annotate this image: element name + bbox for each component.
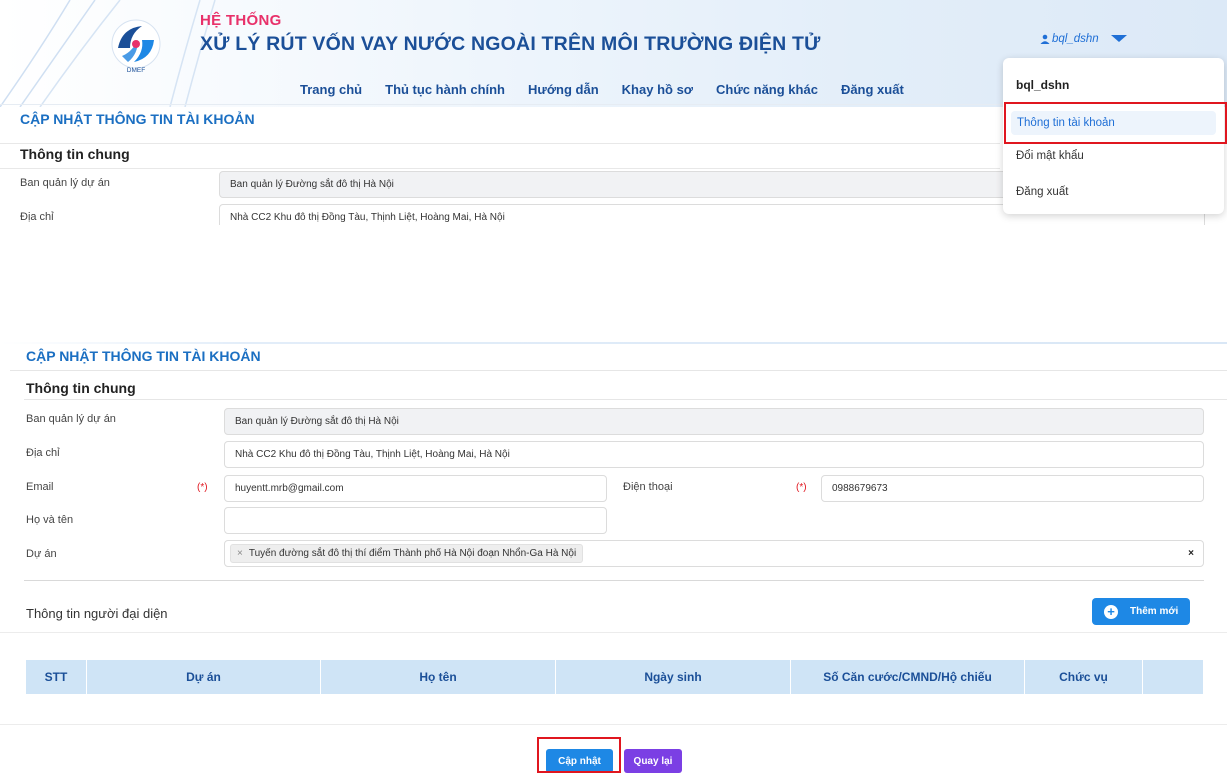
- column-header-id-number: Số Căn cước/CMND/Hộ chiếu: [791, 660, 1025, 694]
- representatives-title: Thông tin người đại diện: [26, 606, 168, 621]
- project-tag: × Tuyến đường sắt đô thị thí điểm Thành …: [230, 544, 584, 563]
- top-screenshot-panel: DMEF HỆ THỐNG XỬ LÝ RÚT VỐN VAY NƯỚC NGO…: [0, 0, 1227, 225]
- user-icon: [1040, 34, 1050, 44]
- add-new-label: Thêm mới: [1130, 606, 1179, 617]
- menu-item-logout[interactable]: Đăng xuất: [1016, 186, 1068, 198]
- required-mark: (*): [796, 482, 807, 493]
- column-header-project: Dự án: [87, 660, 321, 694]
- column-header-stt: STT: [26, 660, 87, 694]
- highlight-box: [537, 737, 621, 773]
- logo-text: DMEF: [127, 67, 145, 74]
- representatives-table-header: STT Dự án Họ tên Ngày sinh Số Căn cước/C…: [26, 660, 1203, 694]
- menu-item-change-password[interactable]: Đổi mật khẩu: [1016, 150, 1084, 162]
- full-name-field[interactable]: [224, 507, 607, 534]
- plus-icon: +: [1104, 604, 1118, 619]
- nav-logout[interactable]: Đăng xuất: [841, 82, 904, 97]
- system-label: HỆ THỐNG: [200, 12, 282, 29]
- phone-field[interactable]: 0988679673: [821, 475, 1204, 502]
- page-title: CẬP NHẬT THÔNG TIN TÀI KHOẢN: [20, 111, 255, 127]
- column-header-position: Chức vụ: [1025, 660, 1143, 694]
- divider: [0, 342, 1227, 344]
- nav-procedures[interactable]: Thủ tục hành chính: [385, 82, 505, 97]
- full-name-label: Họ và tên: [26, 514, 74, 526]
- address-field[interactable]: Nhà CC2 Khu đô thị Đồng Tàu, Thịnh Liệt,…: [224, 441, 1204, 468]
- section-subtitle: Thông tin chung: [20, 146, 130, 162]
- divider: [0, 168, 1000, 169]
- column-header-full-name: Họ tên: [321, 660, 556, 694]
- dmef-logo-icon: DMEF: [111, 19, 161, 74]
- address-label: Địa chỉ: [26, 447, 60, 459]
- dropdown-username: bql_dshn: [1016, 78, 1070, 92]
- divider: [0, 724, 1227, 725]
- divider: [24, 399, 1227, 400]
- add-new-button[interactable]: + Thêm mới: [1092, 598, 1190, 625]
- caret-down-icon: [1110, 35, 1127, 42]
- main-nav: Trang chủ Thủ tục hành chính Hướng dẫn K…: [300, 82, 927, 97]
- email-field[interactable]: huyentt.mrb@gmail.com: [224, 475, 607, 502]
- project-board-label: Ban quản lý dự án: [26, 413, 116, 425]
- user-name: bql_dshn: [1052, 33, 1099, 45]
- project-multiselect[interactable]: × Tuyến đường sắt đô thị thí điểm Thành …: [224, 540, 1204, 567]
- highlight-box: [1004, 102, 1227, 144]
- address-label: Địa chỉ: [20, 211, 54, 223]
- project-board-label: Ban quản lý dự án: [20, 177, 110, 189]
- nav-inbox[interactable]: Khay hồ sơ: [622, 82, 693, 97]
- column-header-birth-date: Ngày sinh: [556, 660, 791, 694]
- divider: [0, 632, 1227, 633]
- page-title: CẬP NHẬT THÔNG TIN TÀI KHOẢN: [26, 348, 261, 364]
- nav-guide[interactable]: Hướng dẫn: [528, 82, 599, 97]
- clear-selection-icon[interactable]: ×: [1188, 548, 1194, 559]
- email-label: Email: [26, 481, 54, 493]
- column-header-actions: [1143, 660, 1203, 694]
- divider: [24, 580, 1204, 581]
- phone-label: Điện thoại: [623, 481, 673, 493]
- divider: [10, 370, 1227, 371]
- system-name: XỬ LÝ RÚT VỐN VAY NƯỚC NGOÀI TRÊN MÔI TR…: [200, 33, 821, 55]
- project-board-field: Ban quản lý Đường sắt đô thị Hà Nội: [224, 408, 1204, 435]
- bottom-screenshot-panel: CẬP NHẬT THÔNG TIN TÀI KHOẢN Thông tin c…: [0, 340, 1227, 773]
- nav-home[interactable]: Trang chủ: [300, 82, 362, 97]
- tag-remove-icon[interactable]: ×: [237, 548, 243, 559]
- project-label: Dự án: [26, 548, 57, 560]
- nav-other-functions[interactable]: Chức năng khác: [716, 82, 818, 97]
- user-menu-toggle[interactable]: bql_dshn: [1040, 33, 1127, 45]
- divider: [0, 143, 1000, 144]
- required-mark: (*): [197, 482, 208, 493]
- project-tag-label: Tuyến đường sắt đô thị thí điểm Thành ph…: [248, 548, 577, 559]
- section-subtitle: Thông tin chung: [26, 380, 136, 396]
- back-button[interactable]: Quay lại: [624, 749, 682, 773]
